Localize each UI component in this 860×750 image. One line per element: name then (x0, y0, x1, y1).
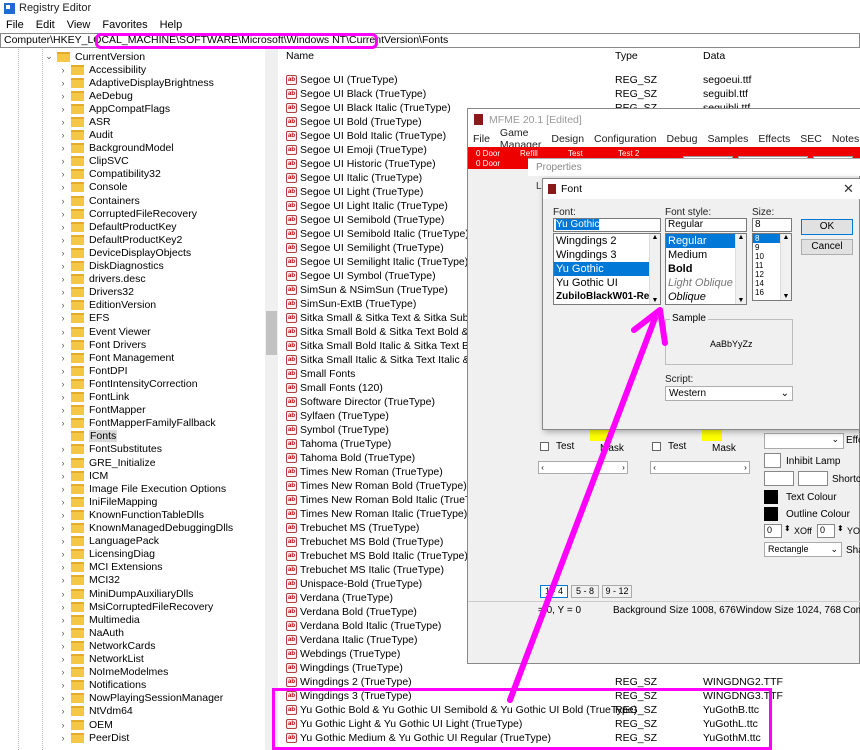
annotation-arrow (507, 307, 668, 703)
